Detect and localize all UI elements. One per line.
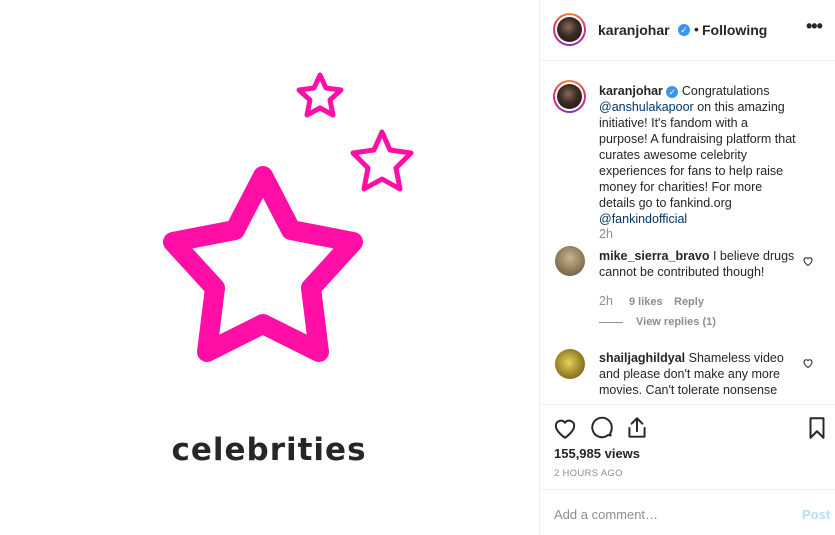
media-caption-text: celebrities <box>171 432 367 468</box>
like-comment-heart-icon[interactable] <box>802 255 814 267</box>
comment-body: mike_sierra_bravo I believe drugs cannot… <box>599 248 797 280</box>
replies-divider <box>599 322 623 323</box>
reply-button[interactable]: Reply <box>674 296 704 308</box>
mention-fankindofficial[interactable]: @fankindofficial <box>599 212 687 226</box>
post-actions: 155,985 views 2 HOURS AGO <box>540 404 835 490</box>
commenter-avatar[interactable] <box>555 349 585 379</box>
mention-anshulakapoor[interactable]: @anshulakapoor <box>599 100 694 114</box>
author-avatar[interactable] <box>553 13 586 46</box>
commenter-avatar[interactable] <box>555 246 585 276</box>
post-side-panel: karanjohar ✓ • Following ••• karanjohar … <box>539 0 835 535</box>
medium-star-shape <box>350 129 414 192</box>
comment-time[interactable]: 2h <box>599 294 613 308</box>
author-username[interactable]: karanjohar <box>598 22 670 38</box>
large-star-shape <box>163 166 363 362</box>
comments-list[interactable]: karanjohar ✓ Congratulations @anshulakap… <box>540 62 835 404</box>
like-heart-icon[interactable] <box>552 415 578 441</box>
bookmark-icon[interactable] <box>804 415 830 441</box>
comment-body: shailjaghildyal Shameless video and plea… <box>599 350 797 398</box>
comment-likes[interactable]: 9 likes <box>629 296 663 308</box>
posted-time[interactable]: 2 HOURS AGO <box>554 468 623 479</box>
post-comment-button[interactable]: Post <box>802 507 830 522</box>
commenter-username[interactable]: shailjaghildyal <box>599 351 685 365</box>
like-comment-heart-icon[interactable] <box>802 357 814 369</box>
small-star-shape <box>296 72 344 118</box>
comment-input[interactable]: Add a comment… <box>554 507 658 522</box>
verified-badge-icon: ✓ <box>678 24 690 36</box>
post-media[interactable]: celebrities <box>0 0 538 535</box>
caption-verified-icon: ✓ <box>666 85 679 98</box>
caption-text: karanjohar ✓ Congratulations @anshulakap… <box>599 83 797 227</box>
following-button[interactable]: Following <box>702 22 767 38</box>
caption-author-avatar[interactable] <box>553 80 586 113</box>
separator-dot: • <box>694 21 699 37</box>
view-count[interactable]: 155,985 views <box>554 446 640 461</box>
caption-text-2: on this amazing initiative! It's fandom … <box>599 100 796 210</box>
commenter-username[interactable]: mike_sierra_bravo <box>599 249 710 263</box>
view-replies-button[interactable]: View replies (1) <box>636 316 716 328</box>
post-header: karanjohar ✓ • Following ••• <box>540 0 835 61</box>
caption-time[interactable]: 2h <box>599 227 613 241</box>
comment-bubble-icon[interactable] <box>589 415 615 441</box>
more-options-icon[interactable]: ••• <box>806 16 823 37</box>
caption-text-1: Congratulations <box>681 84 770 98</box>
caption-username[interactable]: karanjohar <box>599 84 663 98</box>
add-comment-bar: Add a comment… Post <box>540 489 835 535</box>
share-icon[interactable] <box>624 415 650 441</box>
